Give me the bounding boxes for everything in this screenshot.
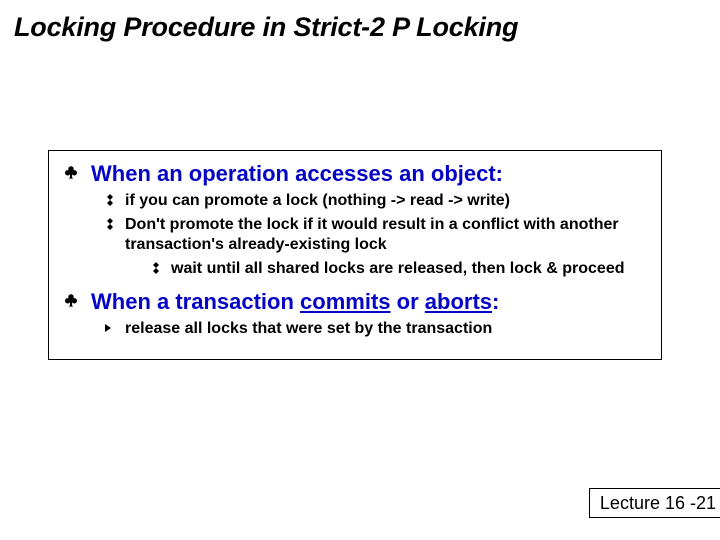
section1-sub1: if you can promote a lock (nothing -> re…: [125, 191, 510, 211]
arrow-icon: [103, 322, 117, 334]
heading-or: or: [391, 289, 425, 314]
heading-pre: When a transaction: [91, 289, 300, 314]
bullet-level1: When a transaction commits or aborts:: [61, 289, 649, 315]
section1-sub2a: wait until all shared locks are released…: [171, 259, 625, 279]
bullet-level3: wait until all shared locks are released…: [149, 259, 649, 279]
section2-heading: When a transaction commits or aborts:: [91, 289, 499, 315]
content-box: When an operation accesses an object: if…: [48, 150, 662, 360]
club-icon: [61, 292, 81, 310]
bullet-level1: When an operation accesses an object:: [61, 161, 649, 187]
diamond-icon: [103, 194, 117, 206]
heading-commits: commits: [300, 289, 390, 314]
bullet-level2: Don't promote the lock if it would resul…: [103, 215, 649, 255]
section1-sub2: Don't promote the lock if it would resul…: [125, 215, 649, 255]
slide: Locking Procedure in Strict-2 P Locking …: [0, 0, 720, 540]
heading-aborts: aborts: [425, 289, 492, 314]
section2-sub1: release all locks that were set by the t…: [125, 319, 492, 339]
slide-footer: Lecture 16 -21: [589, 488, 720, 518]
diamond-icon: [103, 218, 117, 230]
bullet-level2: if you can promote a lock (nothing -> re…: [103, 191, 649, 211]
bullet-level2: release all locks that were set by the t…: [103, 319, 649, 339]
section1-heading: When an operation accesses an object:: [91, 161, 503, 187]
club-icon: [61, 164, 81, 182]
diamond-icon: [149, 262, 163, 274]
heading-post: :: [492, 289, 499, 314]
slide-title: Locking Procedure in Strict-2 P Locking: [14, 12, 518, 43]
spacer: [61, 281, 649, 289]
